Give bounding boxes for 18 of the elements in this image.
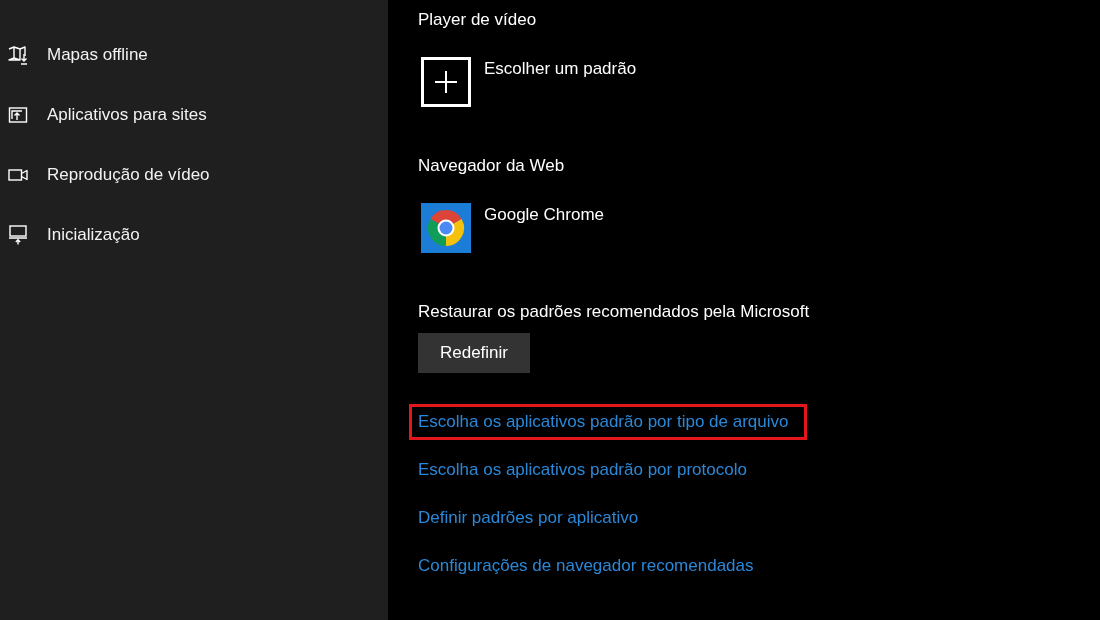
app-logo-icon <box>421 203 471 253</box>
settings-link[interactable]: Escolha os aplicativos padrão por protocolo <box>418 458 747 482</box>
section-heading: Player de vídeo <box>418 9 538 31</box>
reset-description: Restaurar os padrões recomendados pela Microsoft <box>418 301 811 323</box>
settings-link[interactable]: Escolha os aplicativos padrão por tipo de arquivo <box>418 410 789 434</box>
reset-button[interactable]: Redefinir <box>418 333 530 373</box>
monitor-arrow-icon <box>8 225 28 245</box>
section-heading: Navegador da Web <box>418 155 566 177</box>
plus-icon <box>421 57 471 107</box>
settings-link[interactable]: Definir padrões por aplicativo <box>418 506 639 530</box>
choose-app-button[interactable]: Escolher um padrão <box>421 57 637 107</box>
default-app-button[interactable]: Google Chrome <box>421 203 604 253</box>
sidebar-item[interactable]: Reprodução de vídeo <box>0 145 388 205</box>
sidebar-item[interactable]: Mapas offline <box>0 25 388 85</box>
sidebar-item[interactable]: Aplicativos para sites <box>0 85 388 145</box>
settings-link[interactable]: Configurações de navegador recomendadas <box>418 554 754 578</box>
sidebar-item[interactable]: Inicialização <box>0 205 388 265</box>
map-icon <box>8 45 28 65</box>
